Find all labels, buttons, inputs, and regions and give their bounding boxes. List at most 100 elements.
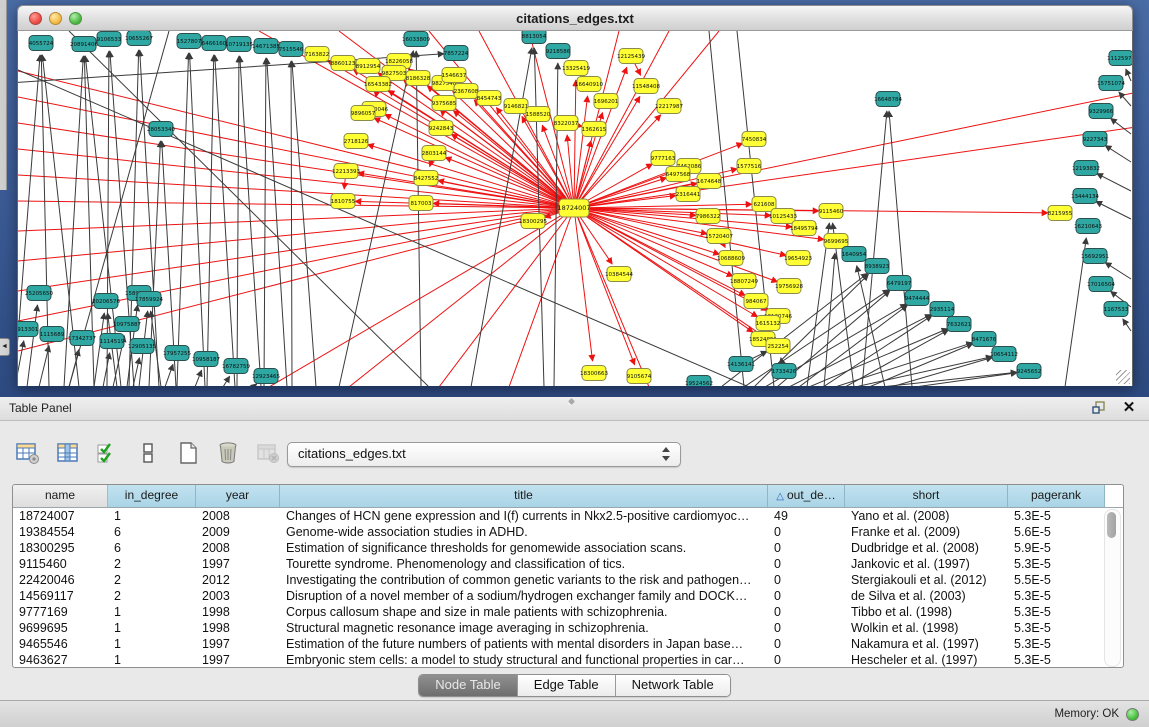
network-node[interactable]: 8938923	[865, 259, 890, 274]
edge[interactable]	[177, 53, 189, 386]
network-node[interactable]: 9896057	[351, 106, 376, 121]
network-node[interactable]: 3913301	[18, 322, 38, 337]
column-header-in_degree[interactable]: in_degree	[108, 485, 196, 507]
network-node[interactable]: 16782759	[222, 359, 250, 374]
edge[interactable]	[195, 370, 202, 386]
edge[interactable]	[223, 376, 230, 386]
network-node[interactable]: 8186328	[406, 71, 431, 86]
network-node[interactable]: 8454743	[477, 91, 502, 106]
network-node[interactable]: 2803144	[422, 146, 447, 161]
table-selector-dropdown[interactable]: citations_edges.txt	[287, 442, 681, 467]
edge[interactable]	[39, 346, 49, 386]
network-node[interactable]: 1640954	[842, 247, 867, 262]
network-canvas[interactable]: 1872400718300295716382288601238912954182…	[17, 31, 1133, 386]
edge[interactable]	[103, 353, 110, 386]
network-node[interactable]: 8215955	[1048, 206, 1073, 221]
panel-collapse-arrow-icon[interactable]: ◄	[0, 338, 10, 356]
network-node[interactable]: 16648784	[874, 92, 902, 107]
window-titlebar[interactable]: citations_edges.txt	[17, 5, 1133, 31]
network-node[interactable]: 2367608	[454, 84, 479, 99]
select-all-icon[interactable]	[94, 439, 122, 467]
network-node[interactable]: 17342737	[68, 331, 96, 346]
edge[interactable]	[69, 350, 79, 386]
edge[interactable]	[18, 341, 24, 386]
network-node[interactable]: 8471676	[972, 332, 997, 347]
edge[interactable]	[823, 316, 932, 386]
table-row[interactable]: 977716911998Corpus callosum shape and si…	[13, 604, 1123, 620]
column-header-short[interactable]: short	[845, 485, 1008, 507]
splitter-handle[interactable]	[568, 398, 575, 405]
network-node[interactable]: 10655267	[125, 31, 153, 46]
network-node[interactable]: 18300295	[519, 214, 547, 229]
edge[interactable]	[291, 61, 292, 386]
show-columns-icon[interactable]	[54, 439, 82, 467]
selected-edge[interactable]	[18, 123, 574, 208]
selected-edge[interactable]	[18, 208, 574, 231]
edge[interactable]	[1123, 319, 1131, 331]
network-node[interactable]: 9106533	[97, 32, 122, 47]
edge[interactable]	[94, 313, 104, 386]
edge[interactable]	[267, 58, 287, 386]
network-node[interactable]: 4055724	[29, 36, 54, 51]
tab-network-table[interactable]: Network Table	[616, 675, 730, 696]
network-node[interactable]: 7515546	[279, 42, 304, 57]
network-node[interactable]: 7986322	[696, 209, 721, 224]
table-row[interactable]: 1456911722003Disruption of a novel membe…	[13, 588, 1123, 604]
network-node[interactable]: 16640910	[575, 77, 603, 92]
network-node[interactable]: 18807249	[730, 274, 758, 289]
network-node[interactable]: 16543382	[364, 77, 392, 92]
network-node[interactable]: 12923465	[252, 369, 280, 384]
edge[interactable]	[292, 61, 316, 386]
table-row[interactable]: 946362711997Embryonic stem cells: a mode…	[13, 652, 1123, 668]
network-node[interactable]: 13444134	[1071, 189, 1099, 204]
edge[interactable]	[165, 364, 173, 386]
network-node[interactable]: 19654923	[784, 251, 812, 266]
network-node[interactable]: 1674648	[697, 174, 722, 189]
network-node[interactable]: 14671385	[252, 39, 280, 54]
network-node[interactable]: 1362615	[582, 122, 607, 137]
network-node[interactable]: 9242843	[429, 121, 454, 136]
edge[interactable]	[215, 55, 235, 386]
network-node[interactable]: 984067	[744, 294, 768, 309]
network-node[interactable]: 12905135	[128, 339, 156, 354]
network-node[interactable]: 16033809	[402, 32, 430, 47]
network-node[interactable]: 15692951	[1081, 249, 1109, 264]
network-node[interactable]: 10384544	[605, 267, 633, 282]
selected-edge[interactable]	[349, 208, 574, 386]
network-node[interactable]: 9227343	[1083, 132, 1108, 147]
selected-edge[interactable]	[574, 96, 640, 208]
network-node[interactable]: 12213393	[332, 164, 360, 179]
network-node[interactable]: 8322037	[554, 116, 579, 131]
column-header-title[interactable]: title	[280, 485, 768, 507]
edge[interactable]	[1126, 69, 1131, 81]
column-header-year[interactable]: year	[196, 485, 280, 507]
network-node[interactable]: 20891406	[70, 37, 98, 52]
table-row[interactable]: 969969511998Structural magnetic resonanc…	[13, 620, 1123, 636]
network-node[interactable]: 10688609	[717, 251, 745, 266]
network-node[interactable]: 9146821	[504, 99, 529, 114]
edge[interactable]	[1111, 118, 1131, 134]
selected-edge[interactable]	[574, 126, 1132, 208]
table-row[interactable]: 1938455462009Genome-wide association stu…	[13, 524, 1123, 540]
delete-table-icon[interactable]	[254, 439, 282, 467]
edge[interactable]	[1105, 145, 1131, 162]
selected-edge[interactable]	[574, 208, 778, 282]
network-node[interactable]: 13325419	[562, 61, 590, 76]
edge[interactable]	[554, 63, 558, 386]
network-node[interactable]: 1114519	[100, 334, 125, 349]
window-resize-grip[interactable]	[1116, 370, 1130, 384]
network-node[interactable]: 1167533	[1104, 302, 1129, 317]
network-node[interactable]: 7450834	[742, 132, 767, 147]
float-panel-icon[interactable]	[1091, 400, 1107, 416]
edge[interactable]	[1097, 173, 1131, 191]
network-node[interactable]: 2316441	[676, 187, 701, 202]
network-node[interactable]: 7632621	[947, 317, 972, 332]
network-node[interactable]: 16210643	[1074, 219, 1102, 234]
network-node[interactable]: 10975887	[113, 317, 141, 332]
edge[interactable]	[237, 56, 239, 386]
new-table-icon[interactable]	[174, 439, 202, 467]
network-node[interactable]: 1115689	[40, 327, 65, 342]
network-node[interactable]: 8860123	[331, 56, 356, 71]
column-header-out_de[interactable]: △out_de…	[768, 485, 845, 507]
network-node[interactable]: 8427552	[414, 171, 439, 186]
